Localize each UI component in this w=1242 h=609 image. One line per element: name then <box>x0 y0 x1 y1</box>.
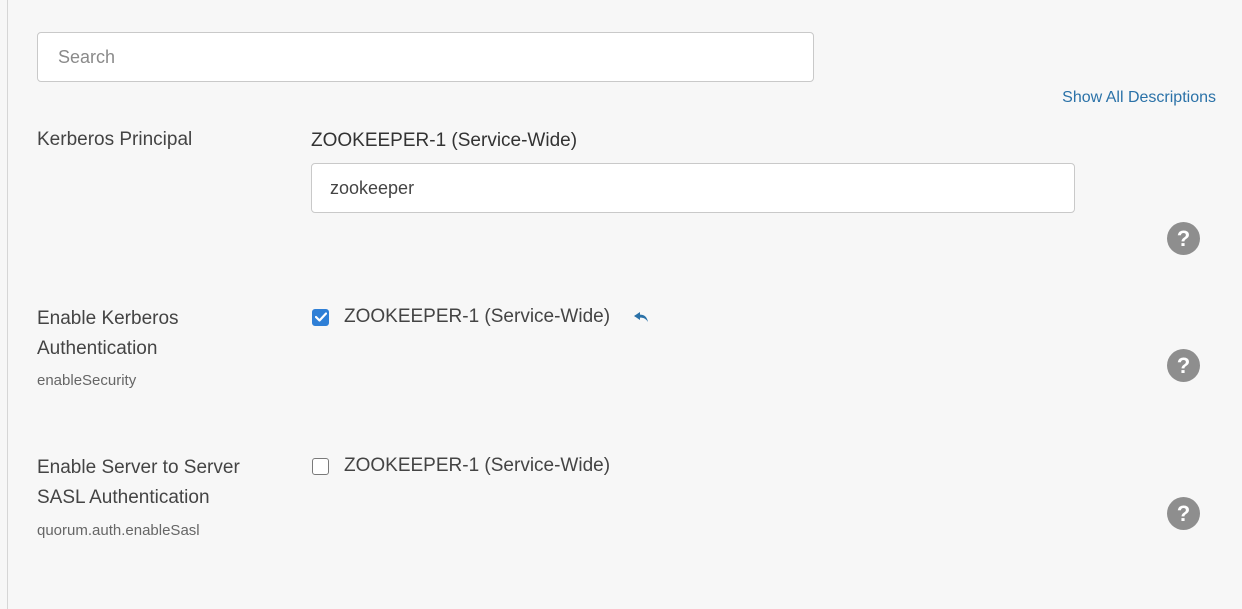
enable-kerberos-scope-label: ZOOKEEPER-1 (Service-Wide) <box>344 306 611 327</box>
undo-arrow-icon[interactable] <box>634 311 649 323</box>
question-circle-icon[interactable]: ? <box>1167 497 1200 530</box>
enable-sasl-scope-label: ZOOKEEPER-1 (Service-Wide) <box>344 455 611 476</box>
scope-label-kerberos-principal: ZOOKEEPER-1 (Service-Wide) <box>311 130 578 151</box>
property-label-kerberos-principal: Kerberos Principal <box>37 129 193 150</box>
enable-kerberos-checkbox[interactable] <box>312 308 329 326</box>
enable-sasl-checkbox[interactable] <box>312 457 329 475</box>
kerberos-principal-input[interactable] <box>311 163 1075 213</box>
enable-sasl-checkbox-row[interactable]: ZOOKEEPER-1 (Service-Wide) <box>312 455 610 477</box>
property-label-enable-kerberos-authentication: Enable Kerberos Authentication <box>37 308 179 359</box>
search-input[interactable] <box>37 32 814 82</box>
question-circle-icon[interactable]: ? <box>1167 349 1200 382</box>
enable-kerberos-checkbox-row[interactable]: ZOOKEEPER-1 (Service-Wide) <box>312 306 649 328</box>
panel-left-border <box>7 0 8 609</box>
property-label-enable-sasl-authentication: Enable Server to Server SASL Authenticat… <box>37 457 240 508</box>
show-all-descriptions-link[interactable]: Show All Descriptions <box>1062 89 1216 107</box>
question-circle-icon[interactable]: ? <box>1167 222 1200 255</box>
property-key-enable-security: enableSecurity <box>37 372 137 389</box>
checkmark-icon <box>314 312 327 322</box>
property-key-quorum-auth-enable-sasl: quorum.auth.enableSasl <box>37 522 200 539</box>
